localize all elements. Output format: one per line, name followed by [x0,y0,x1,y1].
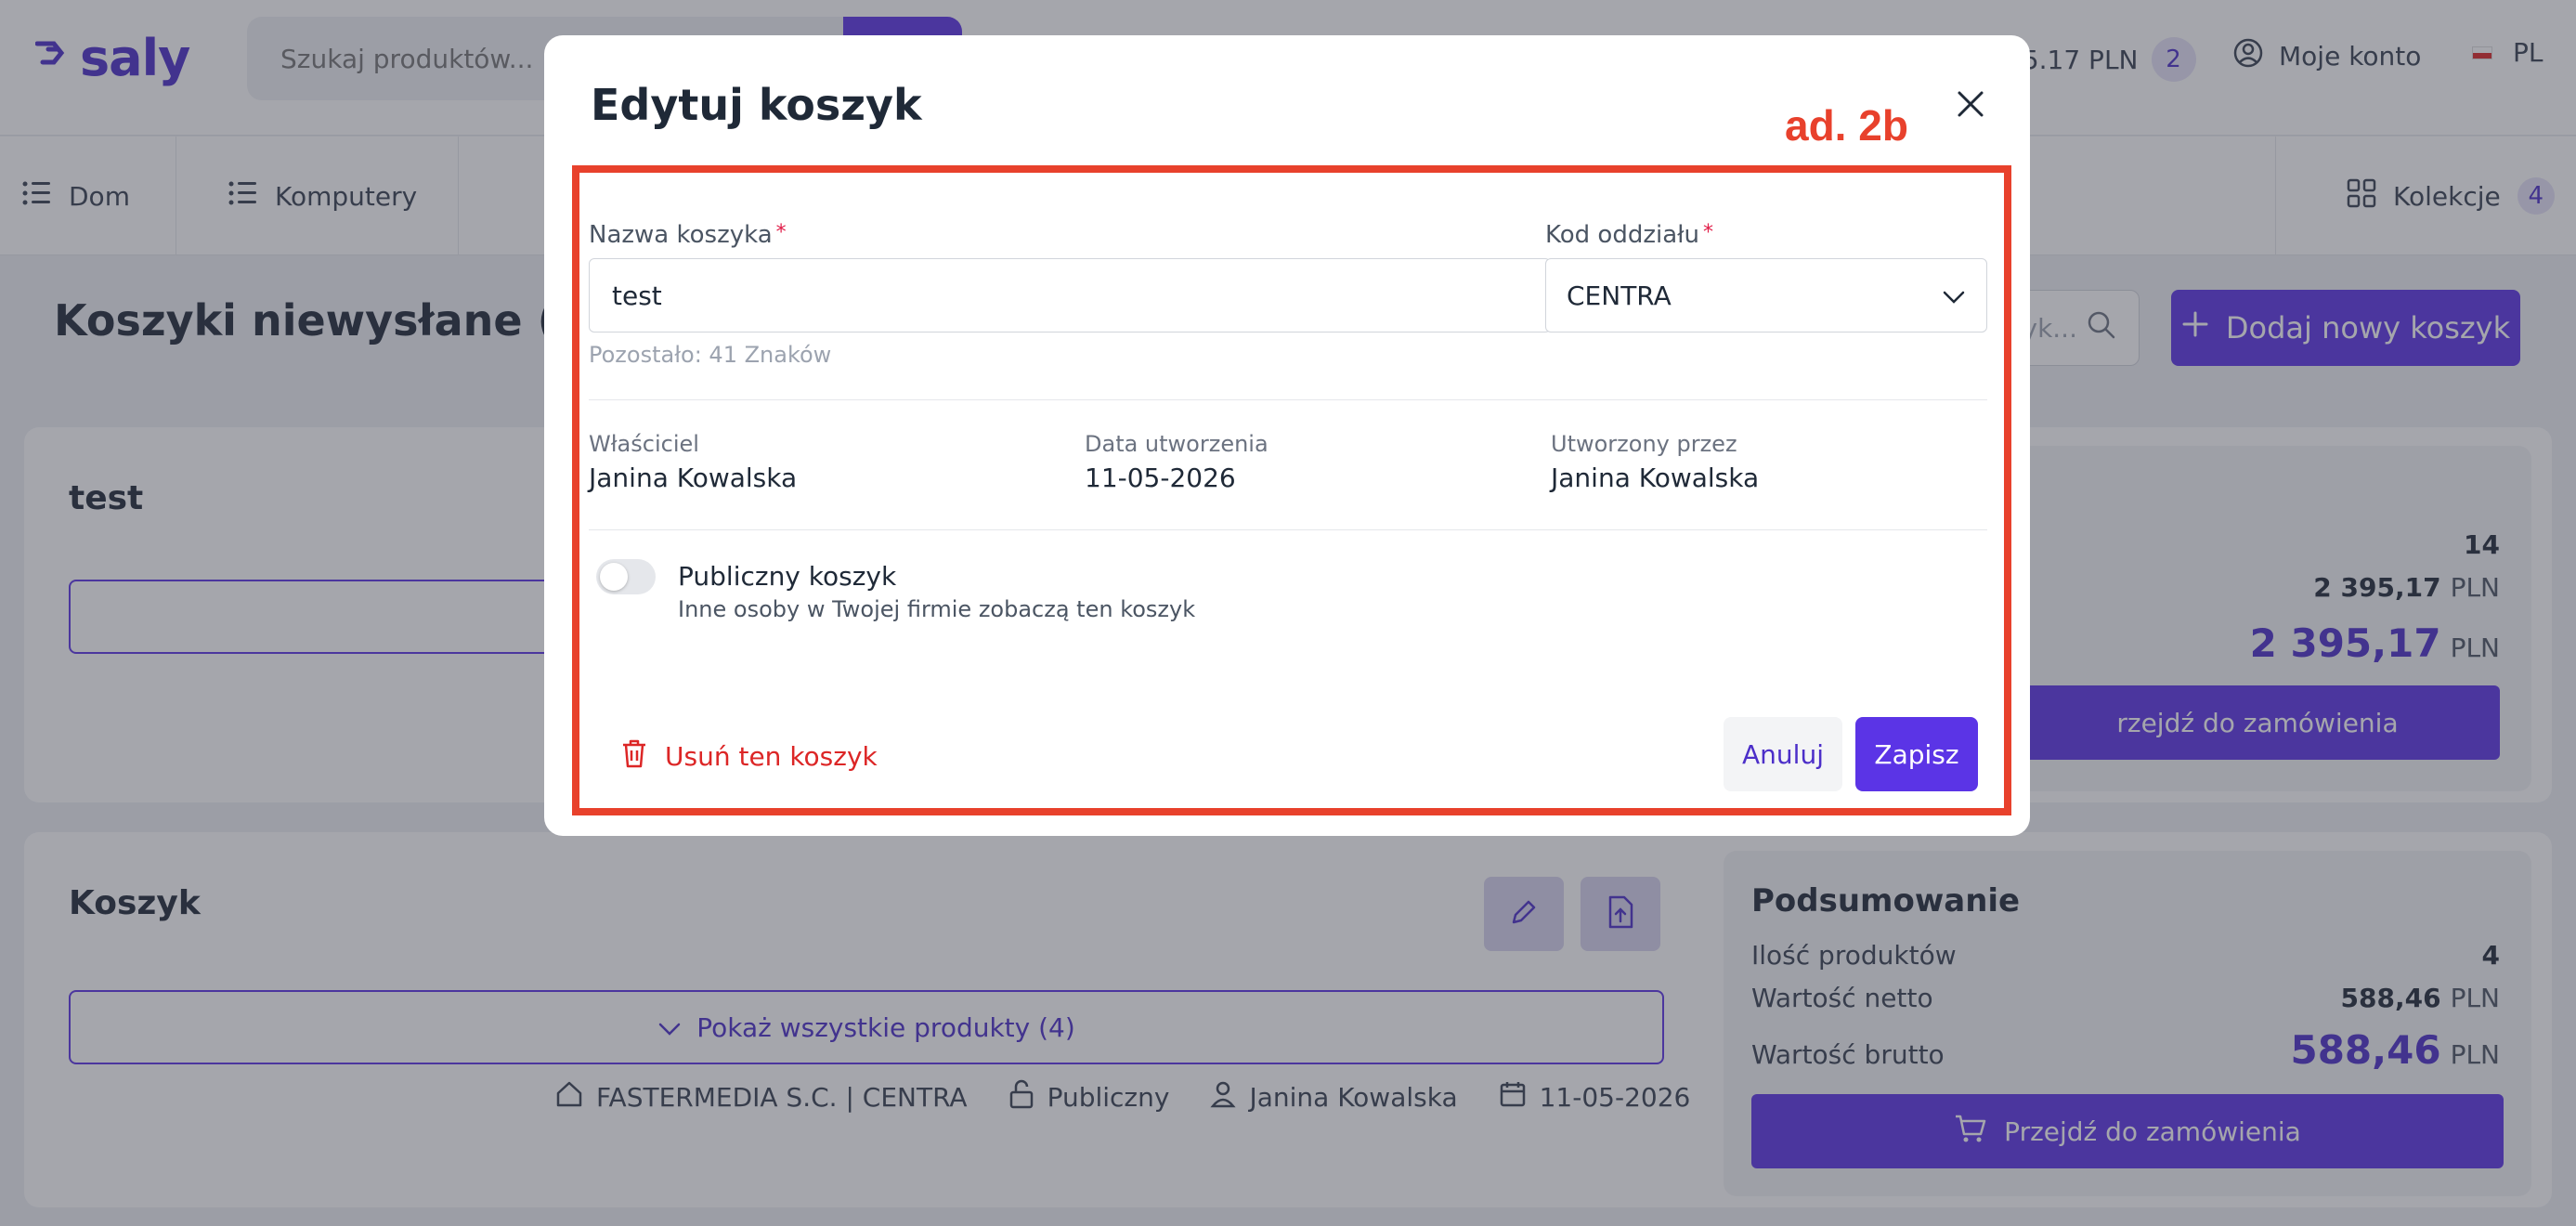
edit-cart-modal: Edytuj koszyk ad. 2b Nazwa koszyka* Pozo… [544,35,2030,836]
public-cart-toggle[interactable] [596,559,656,594]
created-by-value: Janina Kowalska [1551,463,1760,493]
branch-code-select[interactable]: CENTRA [1545,258,1987,333]
modal-title: Edytuj koszyk [591,80,922,130]
divider [589,529,1987,530]
created-by-label: Utworzony przez [1551,431,1737,457]
delete-cart-button[interactable]: Usuń ten koszyk [620,737,878,776]
created-date-value: 11-05-2026 [1085,463,1236,493]
toggle-knob [600,563,628,591]
save-button[interactable]: Zapisz [1855,717,1978,791]
cart-name-label: Nazwa koszyka * [589,221,787,249]
divider [589,399,1987,400]
branch-code-label: Kod oddziału * [1545,221,1713,249]
owner-label: Właściciel [589,431,699,457]
cart-name-label-text: Nazwa koszyka [589,221,773,249]
owner-value: Janina Kowalska [589,463,798,493]
close-icon [1956,89,1985,123]
delete-cart-label: Usuń ten koszyk [665,741,878,772]
trash-icon [620,737,648,776]
cart-name-input[interactable] [589,258,1551,333]
branch-code-label-text: Kod oddziału [1545,221,1700,249]
public-cart-description: Inne osoby w Twojej firmie zobaczą ten k… [678,596,1196,622]
created-date-label: Data utworzenia [1085,431,1268,457]
close-button[interactable] [1945,80,1997,132]
annotation-label: ad. 2b [1785,101,1908,150]
public-cart-title: Publiczny koszyk [678,561,897,592]
cancel-button[interactable]: Anuluj [1724,717,1842,791]
required-mark: * [1703,221,1714,244]
required-mark: * [775,221,787,244]
remaining-chars-hint: Pozostało: 41 Znaków [589,342,832,368]
branch-code-value: CENTRA [1567,280,1672,311]
chevron-down-icon [1942,280,1966,311]
